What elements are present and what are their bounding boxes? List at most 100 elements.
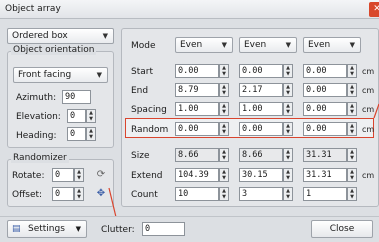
spin-arrows-icon[interactable]: ▲ ▼	[347, 102, 357, 116]
spin-arrows-icon[interactable]: ▲ ▼	[347, 83, 357, 97]
row-value-input[interactable]: 0.00	[239, 64, 283, 78]
orientation-group-title: Object orientation	[11, 45, 97, 55]
elevation-label: Elevation:	[16, 112, 61, 122]
mode-select-z[interactable]: Even ▼	[303, 37, 361, 53]
row-value-input[interactable]: 1.00	[239, 102, 283, 116]
unit-label: cm	[362, 171, 375, 180]
chevron-down-icon: ▼	[96, 71, 102, 79]
row-value-input[interactable]: 0.00	[303, 122, 347, 136]
row-value-input: 31.31	[303, 148, 347, 162]
chevron-down-icon: ▼	[102, 32, 108, 40]
spin-arrows-icon[interactable]: ▲ ▼	[347, 122, 357, 136]
offset-icon[interactable]: ✥	[94, 187, 108, 201]
spin-arrows-icon[interactable]: ▲ ▼	[219, 168, 229, 182]
spin-arrows-icon[interactable]: ▲ ▼	[283, 187, 293, 201]
spin-arrows-icon[interactable]: ▲ ▼	[219, 64, 229, 78]
spin-arrows-icon[interactable]: ▲ ▼	[283, 168, 293, 182]
unit-label: cm	[362, 67, 375, 76]
close-label: Close	[329, 224, 355, 234]
row-value-input: 8.66	[239, 148, 283, 162]
unit-label: cm	[362, 125, 375, 134]
row-value-input[interactable]: 8.79	[175, 83, 219, 97]
row-label: Start	[131, 67, 153, 77]
spin-arrows-icon[interactable]: ▲ ▼	[219, 148, 229, 162]
settings-label: Settings	[28, 224, 65, 234]
randomizer-group-title: Randomizer	[11, 153, 69, 163]
close-window-button[interactable]: ✕	[369, 2, 379, 17]
spin-arrows-icon[interactable]: ▲ ▼	[283, 122, 293, 136]
unit-label: cm	[362, 105, 375, 114]
close-button[interactable]: Close	[311, 220, 373, 238]
spin-arrows-icon[interactable]: ▲ ▼	[283, 148, 293, 162]
row-value-input[interactable]: 0.00	[239, 122, 283, 136]
offset-input[interactable]: 0	[52, 187, 74, 201]
clutter-input[interactable]: 0	[142, 222, 185, 236]
elevation-spin[interactable]: ▲ ▼	[86, 109, 96, 123]
row-value-input[interactable]: 2.17	[239, 83, 283, 97]
spin-arrows-icon[interactable]: ▲ ▼	[347, 168, 357, 182]
spin-arrows-icon[interactable]: ▲ ▼	[283, 102, 293, 116]
rotate-input[interactable]: 0	[52, 168, 74, 182]
spin-arrows-icon[interactable]: ▲ ▼	[219, 122, 229, 136]
mode-label: Mode	[131, 41, 156, 51]
row-value-input[interactable]: 3	[239, 187, 283, 201]
spin-arrows-icon[interactable]: ▲ ▼	[347, 148, 357, 162]
rotate-spin[interactable]: ▲ ▼	[74, 168, 84, 182]
row-value-input[interactable]: 30.15	[239, 168, 283, 182]
mode-x-value: Even	[180, 40, 203, 50]
row-value-input[interactable]: 0.00	[303, 83, 347, 97]
unit-label: cm	[362, 86, 375, 95]
row-value-input[interactable]: 0.00	[303, 64, 347, 78]
elevation-input[interactable]: 0	[67, 109, 86, 123]
spin-arrows-icon[interactable]: ▲ ▼	[283, 64, 293, 78]
row-value-input[interactable]: 0.00	[303, 102, 347, 116]
window-title: Object array	[5, 4, 61, 14]
row-value-input[interactable]: 104.39	[175, 168, 219, 182]
row-value-input: 8.66	[175, 148, 219, 162]
chevron-down-icon: ▼	[221, 41, 227, 49]
heading-input[interactable]: 0	[67, 127, 86, 141]
row-value-input[interactable]: 10	[175, 187, 219, 201]
spin-arrows-icon[interactable]: ▲ ▼	[219, 187, 229, 201]
mode-select-x[interactable]: Even ▼	[175, 37, 233, 53]
spin-arrows-icon[interactable]: ▲ ▼	[347, 64, 357, 78]
clutter-label: Clutter:	[101, 225, 135, 235]
chevron-down-icon: ▼	[75, 225, 81, 233]
azimuth-input[interactable]: 90	[62, 90, 91, 104]
row-value-input[interactable]: 31.31	[303, 168, 347, 182]
row-label: End	[131, 86, 149, 96]
offset-label: Offset:	[12, 190, 43, 200]
row-value-input[interactable]: 1	[303, 187, 347, 201]
chevron-down-icon: ▼	[349, 41, 355, 49]
row-value-input[interactable]: 0.00	[175, 122, 219, 136]
settings-button[interactable]: ▤ Settings ▼	[7, 220, 87, 238]
offset-spin[interactable]: ▲ ▼	[74, 187, 84, 201]
settings-icon: ▤	[12, 224, 21, 234]
mode-y-value: Even	[244, 40, 267, 50]
heading-spin[interactable]: ▲ ▼	[86, 127, 96, 141]
facing-select[interactable]: Front facing ▼	[13, 67, 108, 83]
rotate-label: Rotate:	[12, 171, 45, 181]
row-label: Count	[131, 190, 158, 200]
heading-label: Heading:	[16, 131, 57, 141]
facing-value: Front facing	[18, 70, 72, 80]
chevron-down-icon: ▼	[285, 41, 291, 49]
row-label: Spacing	[131, 105, 167, 115]
mode-z-value: Even	[308, 40, 331, 50]
array-type-value: Ordered box	[12, 31, 68, 41]
close-icon: ✕	[373, 4, 379, 14]
row-value-input[interactable]: 1.00	[175, 102, 219, 116]
row-label: Extend	[131, 171, 163, 181]
spin-arrows-icon[interactable]: ▲ ▼	[347, 187, 357, 201]
azimuth-label: Azimuth:	[16, 93, 57, 103]
mode-select-y[interactable]: Even ▼	[239, 37, 297, 53]
row-label: Random	[131, 125, 169, 135]
spin-arrows-icon[interactable]: ▲ ▼	[219, 83, 229, 97]
array-type-select[interactable]: Ordered box ▼	[7, 28, 114, 44]
row-value-input[interactable]: 0.00	[175, 64, 219, 78]
title-bar: Object array ✕	[0, 0, 379, 19]
spin-arrows-icon[interactable]: ▲ ▼	[219, 102, 229, 116]
row-label: Size	[131, 151, 150, 161]
rotate-icon[interactable]: ⟳	[94, 168, 108, 182]
spin-arrows-icon[interactable]: ▲ ▼	[283, 83, 293, 97]
